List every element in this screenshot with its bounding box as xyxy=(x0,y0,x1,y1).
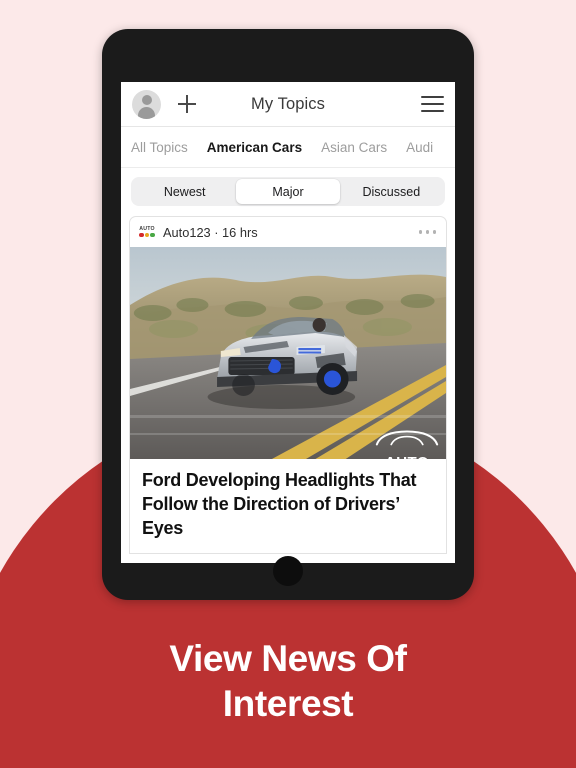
avatar-icon[interactable] xyxy=(132,89,161,119)
add-topic-icon[interactable] xyxy=(174,91,200,117)
auto123-logo-dots xyxy=(139,232,155,238)
more-dot xyxy=(418,230,423,234)
auto123-logo-icon: AUTO xyxy=(137,224,157,241)
tablet-home-button[interactable] xyxy=(273,556,303,586)
app-navbar: My Topics xyxy=(121,82,455,127)
article-photo[interactable]: AUTO com xyxy=(130,247,446,459)
sort-control-wrapper: Newest Major Discussed xyxy=(121,168,455,216)
topic-tab-audi[interactable]: Audi xyxy=(406,140,433,155)
auto123-watermark: AUTO com xyxy=(374,421,440,459)
promo-caption: View News Of Interest xyxy=(0,636,576,726)
promo-caption-line-1: View News Of xyxy=(169,638,407,679)
watermark-car-outline-icon xyxy=(375,430,439,446)
sort-segment-newest[interactable]: Newest xyxy=(133,179,236,204)
logo-dot-red xyxy=(139,232,144,238)
more-dot xyxy=(425,230,430,234)
promo-caption-line-2: Interest xyxy=(222,683,354,725)
topic-tab-asian-cars[interactable]: Asian Cars xyxy=(321,140,387,155)
article-card[interactable]: AUTO Auto123 · 16 hrs Ford Developing He… xyxy=(129,216,447,554)
tablet-screen: My Topics All Topics American Cars Asian… xyxy=(121,82,455,563)
hamburger-bar xyxy=(421,102,444,106)
logo-dot-green xyxy=(150,232,155,238)
topic-tab-american-cars[interactable]: American Cars xyxy=(207,140,302,155)
tablet-device-frame: My Topics All Topics American Cars Asian… xyxy=(102,29,474,600)
hamburger-bar xyxy=(421,110,444,113)
topic-tab-all-topics[interactable]: All Topics xyxy=(131,140,188,155)
page-title: My Topics xyxy=(251,94,325,113)
logo-dot-amber xyxy=(144,232,150,238)
topic-tab-strip[interactable]: All Topics American Cars Asian Cars Audi xyxy=(121,127,455,168)
auto123-logo-word: AUTO xyxy=(139,225,155,232)
article-headline[interactable]: Ford Developing Headlights That Follow t… xyxy=(130,459,446,553)
article-source-meta: Auto123 · 16 hrs xyxy=(163,224,258,240)
more-dot xyxy=(432,230,436,234)
sort-segmented-control[interactable]: Newest Major Discussed xyxy=(131,177,445,206)
hamburger-menu-icon[interactable] xyxy=(421,95,444,113)
sort-segment-discussed[interactable]: Discussed xyxy=(340,179,443,204)
sort-segment-major[interactable]: Major xyxy=(236,179,340,204)
more-options-icon[interactable] xyxy=(418,230,436,234)
app-store-promo-screenshot: My Topics All Topics American Cars Asian… xyxy=(0,0,576,768)
watermark-word: AUTO xyxy=(374,455,440,459)
hamburger-bar xyxy=(421,95,444,98)
article-card-header: AUTO Auto123 · 16 hrs xyxy=(130,217,446,247)
